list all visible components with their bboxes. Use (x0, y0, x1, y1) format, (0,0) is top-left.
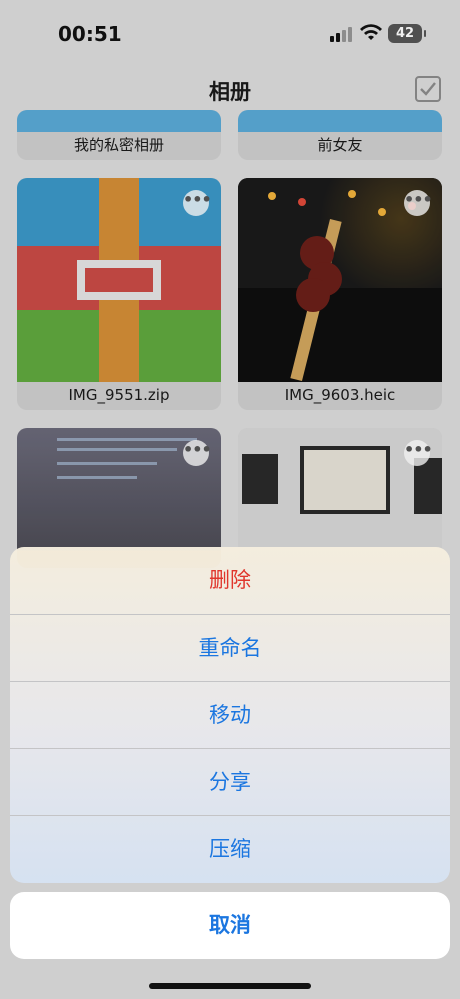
home-indicator (149, 983, 311, 989)
compress-action[interactable]: 压缩 (10, 816, 450, 883)
share-action[interactable]: 分享 (10, 749, 450, 816)
delete-action[interactable]: 删除 (10, 547, 450, 614)
rename-action[interactable]: 重命名 (10, 615, 450, 682)
move-action[interactable]: 移动 (10, 682, 450, 749)
cancel-button[interactable]: 取消 (10, 892, 450, 959)
action-sheet: 删除 重命名 移动 分享 压缩 (10, 547, 450, 883)
